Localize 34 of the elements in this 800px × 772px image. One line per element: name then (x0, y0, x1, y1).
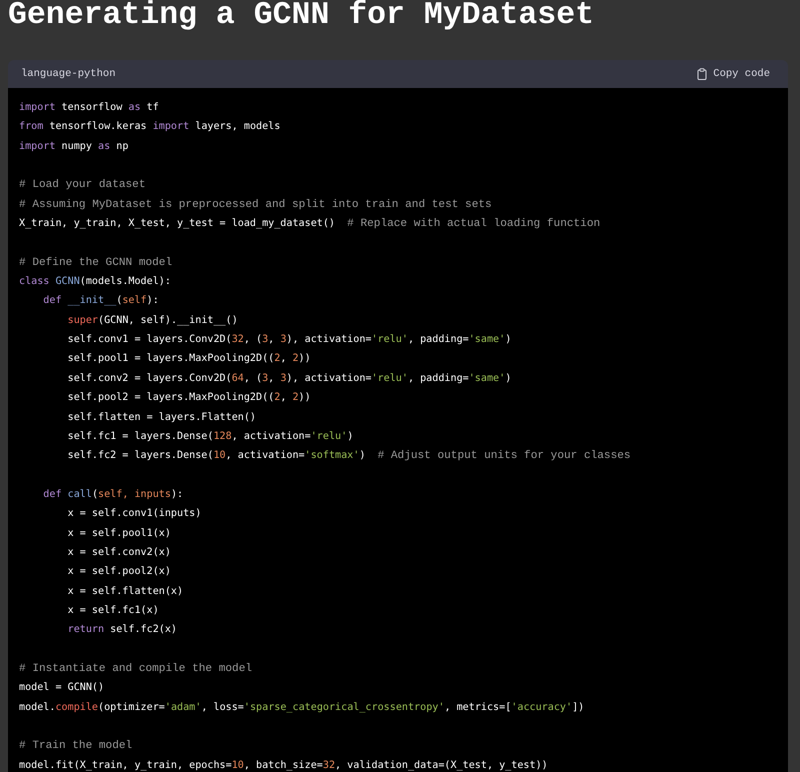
code-line: # Load your dataset (19, 178, 146, 194)
code-line: # Define the GCNN model (19, 256, 174, 271)
clipboard-icon (697, 68, 708, 80)
code-line: return self.fc2(x) (66, 623, 178, 638)
code-line: import numpy as np (19, 140, 130, 154)
code-line: self.flatten = layers.Flatten() (66, 410, 258, 424)
code-line: x = self.pool2(x) (66, 565, 172, 580)
code-line: x = self.conv1(inputs) (66, 507, 202, 522)
code-line: def call(self, inputs): (42, 488, 184, 502)
code-line: model.fit(X_train, y_train, epochs=10, batch_size=32, validation_data=(X_test, y_test)) (19, 758, 549, 772)
code-line: super(GCNN, self).__init__() (66, 314, 239, 328)
code-line: # Train the model (19, 739, 134, 754)
code-line: model = GCNN() (19, 681, 106, 696)
code-line: # Instantiate and compile the model (19, 662, 254, 677)
code-line: self.fc2 = layers.Dense(10, activation='softmax') # Adjust output units for your classes (66, 449, 632, 464)
code-line: from tensorflow.keras import layers, models (19, 120, 282, 134)
code-line: class GCNN(models.Model): (19, 275, 172, 290)
code-line: self.pool1 = layers.MaxPooling2D((2, 2)) (66, 352, 312, 366)
code-line: x = self.pool1(x) (66, 526, 172, 541)
code-line: model.compile(optimizer='adam', loss='sparse_categorical_crossentropy', metrics=['accuracy']) (19, 700, 586, 715)
code-line: x = self.fc1(x) (66, 604, 160, 618)
code-line: # Assuming MyDataset is preprocessed and split into train and test sets (19, 198, 493, 213)
code-line: x = self.flatten(x) (66, 584, 184, 599)
code-line: self.pool2 = layers.MaxPooling2D((2, 2)) (66, 391, 312, 406)
code-line: self.fc1 = layers.Dense(128, activation='relu') (66, 430, 354, 444)
code-line: x = self.conv2(x) (66, 546, 172, 560)
code-line: import tensorflow as tf (19, 101, 160, 115)
page-title: Generating a GCNN for MyDataset (8, 0, 595, 31)
copy-code-button[interactable]: Copy code (697, 68, 770, 80)
code-line: self.conv2 = layers.Conv2D(64, (3, 3), activation='relu', padding='same') (66, 372, 512, 386)
code-line: X_train, y_train, X_test, y_test = load_my_dataset() # Replace with actual loading function (19, 217, 602, 232)
code-line: def __init__(self): (42, 294, 160, 308)
code-line: self.conv1 = layers.Conv2D(32, (3, 3), activation='relu', padding='same') (66, 333, 512, 348)
language-label: language-python (21, 68, 116, 80)
